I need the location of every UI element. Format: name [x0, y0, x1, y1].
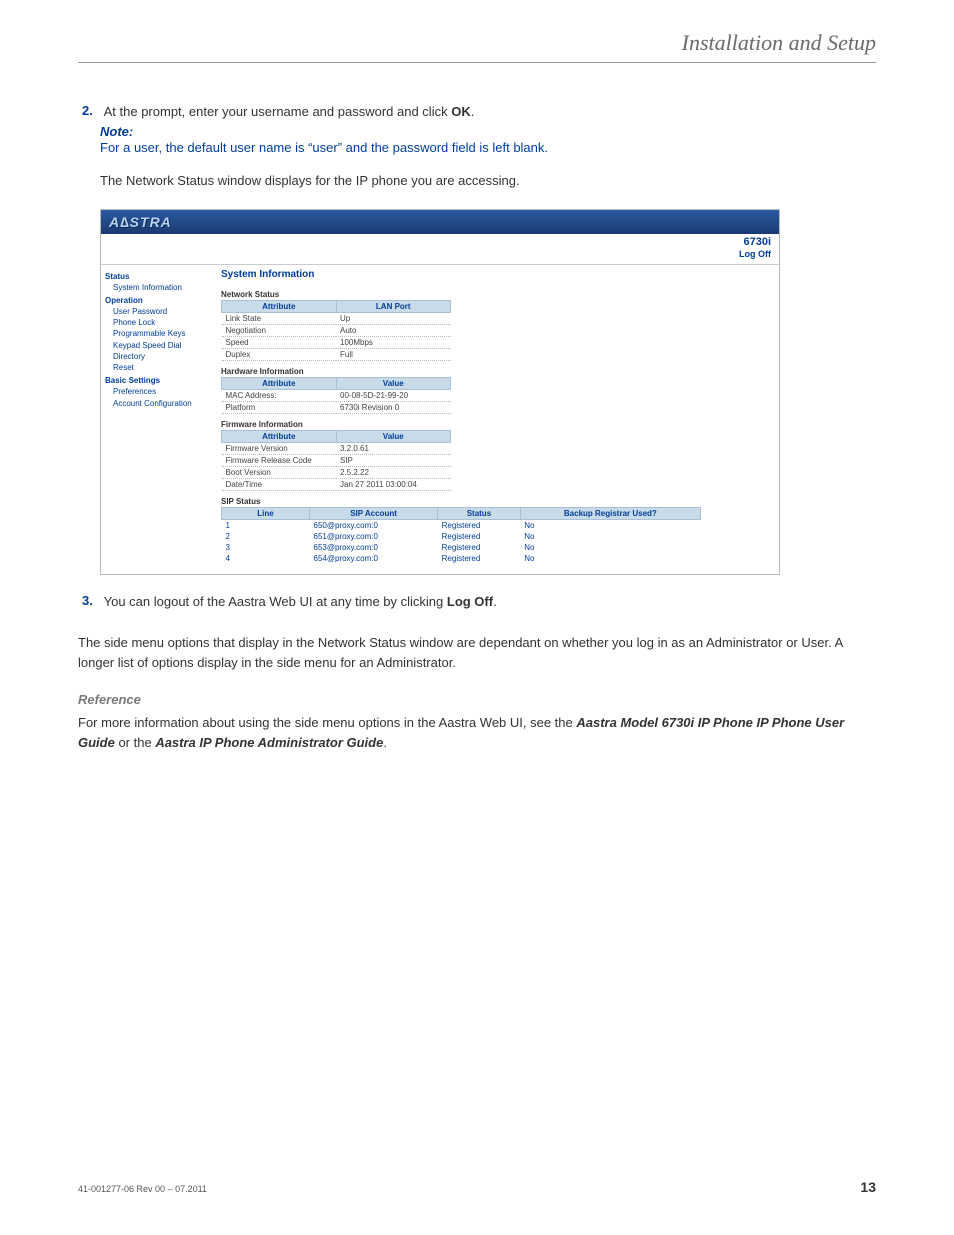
th: Status [438, 507, 521, 519]
sidebar-group-operation: Operation [105, 295, 217, 306]
header-rule [78, 62, 876, 63]
table-row: 4654@proxy.com:0RegisteredNo [222, 553, 701, 564]
step-2-text-pre: At the prompt, enter your username and p… [104, 104, 452, 119]
brand-logo: A∆STRA [109, 214, 172, 230]
reference-pre: For more information about using the sid… [78, 715, 576, 730]
th: Value [336, 430, 451, 442]
step-2-note-label: Note: [100, 124, 876, 139]
sidebar-item-account-configuration[interactable]: Account Configuration [113, 398, 217, 409]
table-row: DuplexFull [222, 348, 451, 360]
step-2-after: The Network Status window displays for t… [100, 172, 876, 191]
logoff-link[interactable]: Log Off [101, 249, 771, 260]
table-row: MAC Address:00-08-5D-21-99-20 [222, 389, 451, 401]
step-3-number: 3. [82, 593, 100, 608]
sidebar-item-programmable-keys[interactable]: Programmable Keys [113, 328, 217, 339]
footer-page-number: 13 [860, 1179, 876, 1195]
sidebar-item-reset[interactable]: Reset [113, 362, 217, 373]
step-3: 3. You can logout of the Aastra Web UI a… [82, 593, 876, 612]
step-3-body: You can logout of the Aastra Web UI at a… [104, 593, 864, 612]
step-2-body: At the prompt, enter your username and p… [104, 103, 864, 122]
table-sip-status: Line SIP Account Status Backup Registrar… [221, 507, 701, 564]
th: Attribute [222, 377, 337, 389]
table-row: 3653@proxy.com:0RegisteredNo [222, 542, 701, 553]
sidebar-item-preferences[interactable]: Preferences [113, 386, 217, 397]
sidebar-group-basic-settings: Basic Settings [105, 375, 217, 386]
step-2-text-post: . [471, 104, 475, 119]
table-row: Speed100Mbps [222, 336, 451, 348]
step-3-text-pre: You can logout of the Aastra Web UI at a… [104, 594, 447, 609]
model-label: 6730i [101, 236, 771, 249]
sidebar-group-status: Status [105, 271, 217, 282]
th: Line [222, 507, 310, 519]
section-firmware-info: Firmware Information [221, 420, 773, 429]
step-2-text-bold: OK [451, 104, 471, 119]
main-title: System Information [221, 269, 773, 280]
web-ui-window: A∆STRA 6730i Log Off Status System Infor… [100, 209, 780, 575]
reference-mid: or the [115, 735, 155, 750]
sidebar: Status System Information Operation User… [101, 265, 221, 574]
sidebar-item-keypad-speed-dial[interactable]: Keypad Speed Dial [113, 340, 217, 351]
th: Attribute [222, 430, 337, 442]
table-row: 2651@proxy.com:0RegisteredNo [222, 531, 701, 542]
section-sip-status: SIP Status [221, 497, 773, 506]
main-paragraph: The side menu options that display in th… [78, 633, 876, 672]
table-firmware-info: AttributeValue Firmware Version3.2.0.61 … [221, 430, 451, 491]
table-network-status: AttributeLAN Port Link StateUp Negotiati… [221, 300, 451, 361]
sidebar-item-system-information[interactable]: System Information [113, 282, 217, 293]
th: Value [336, 377, 451, 389]
sidebar-item-phone-lock[interactable]: Phone Lock [113, 317, 217, 328]
step-3-text-bold: Log Off [447, 594, 493, 609]
reference-post: . [383, 735, 387, 750]
page-footer: 41-001277-06 Rev 00 – 07.2011 13 [78, 1179, 876, 1195]
th: SIP Account [310, 507, 438, 519]
step-2-number: 2. [82, 103, 100, 118]
th: Attribute [222, 300, 337, 312]
step-2-note-body: For a user, the default user name is “us… [100, 139, 876, 158]
table-row: Link StateUp [222, 312, 451, 324]
main-panel: System Information Network Status Attrib… [221, 265, 779, 574]
step-3-text-post: . [493, 594, 497, 609]
table-row: 1650@proxy.com:0RegisteredNo [222, 519, 701, 531]
window-titlebar: A∆STRA [101, 210, 779, 234]
table-row: Firmware Release CodeSIP [222, 454, 451, 466]
th: LAN Port [336, 300, 451, 312]
step-2: 2. At the prompt, enter your username an… [82, 103, 876, 575]
table-row: Platform6730i Revision 0 [222, 401, 451, 413]
table-row: Date/TimeJan 27 2011 03:00:04 [222, 478, 451, 490]
reference-bold-2: Aastra IP Phone Administrator Guide [155, 735, 383, 750]
table-row: Firmware Version3.2.0.61 [222, 442, 451, 454]
section-hardware-info: Hardware Information [221, 367, 773, 376]
table-hardware-info: AttributeValue MAC Address:00-08-5D-21-9… [221, 377, 451, 414]
footer-doc-id: 41-001277-06 Rev 00 – 07.2011 [78, 1184, 207, 1194]
window-header-right: 6730i Log Off [101, 234, 779, 264]
sidebar-item-directory[interactable]: Directory [113, 351, 217, 362]
sidebar-item-user-password[interactable]: User Password [113, 306, 217, 317]
page-header-title: Installation and Setup [78, 30, 876, 56]
reference-body: For more information about using the sid… [78, 713, 876, 752]
table-row: Boot Version2.5.2.22 [222, 466, 451, 478]
section-network-status: Network Status [221, 290, 773, 299]
th: Backup Registrar Used? [520, 507, 700, 519]
table-row: NegotiationAuto [222, 324, 451, 336]
reference-heading: Reference [78, 692, 876, 707]
